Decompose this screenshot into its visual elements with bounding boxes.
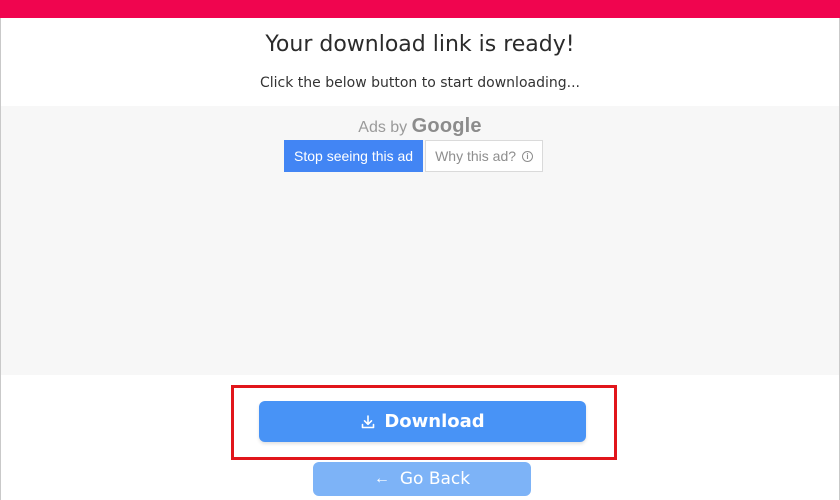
info-icon: i [522, 150, 534, 162]
ad-feedback-buttons: Stop seeing this ad Why this ad? i [284, 140, 544, 172]
go-back-button[interactable]: ← Go Back [313, 462, 531, 496]
stop-seeing-ad-button[interactable]: Stop seeing this ad [284, 140, 424, 172]
page-subtitle: Click the below button to start download… [260, 75, 580, 91]
top-accent-bar [0, 0, 840, 18]
go-back-button-label: Go Back [399, 469, 471, 489]
page-title: Your download link is ready! [265, 32, 575, 57]
ads-by-text: Ads by [358, 119, 408, 136]
why-this-ad-button[interactable]: Why this ad? i [425, 140, 544, 172]
arrow-left-icon: ← [373, 470, 390, 487]
download-button[interactable]: Download [259, 401, 586, 442]
ad-container: Ads by Google Stop seeing this ad Why th… [1, 106, 839, 375]
google-wordmark: Google [411, 115, 482, 137]
why-this-ad-label: Why this ad? [435, 148, 517, 164]
download-button-label: Download [384, 411, 485, 432]
download-icon [362, 414, 375, 428]
ads-by-google-label: Ads by Google [1, 115, 839, 138]
